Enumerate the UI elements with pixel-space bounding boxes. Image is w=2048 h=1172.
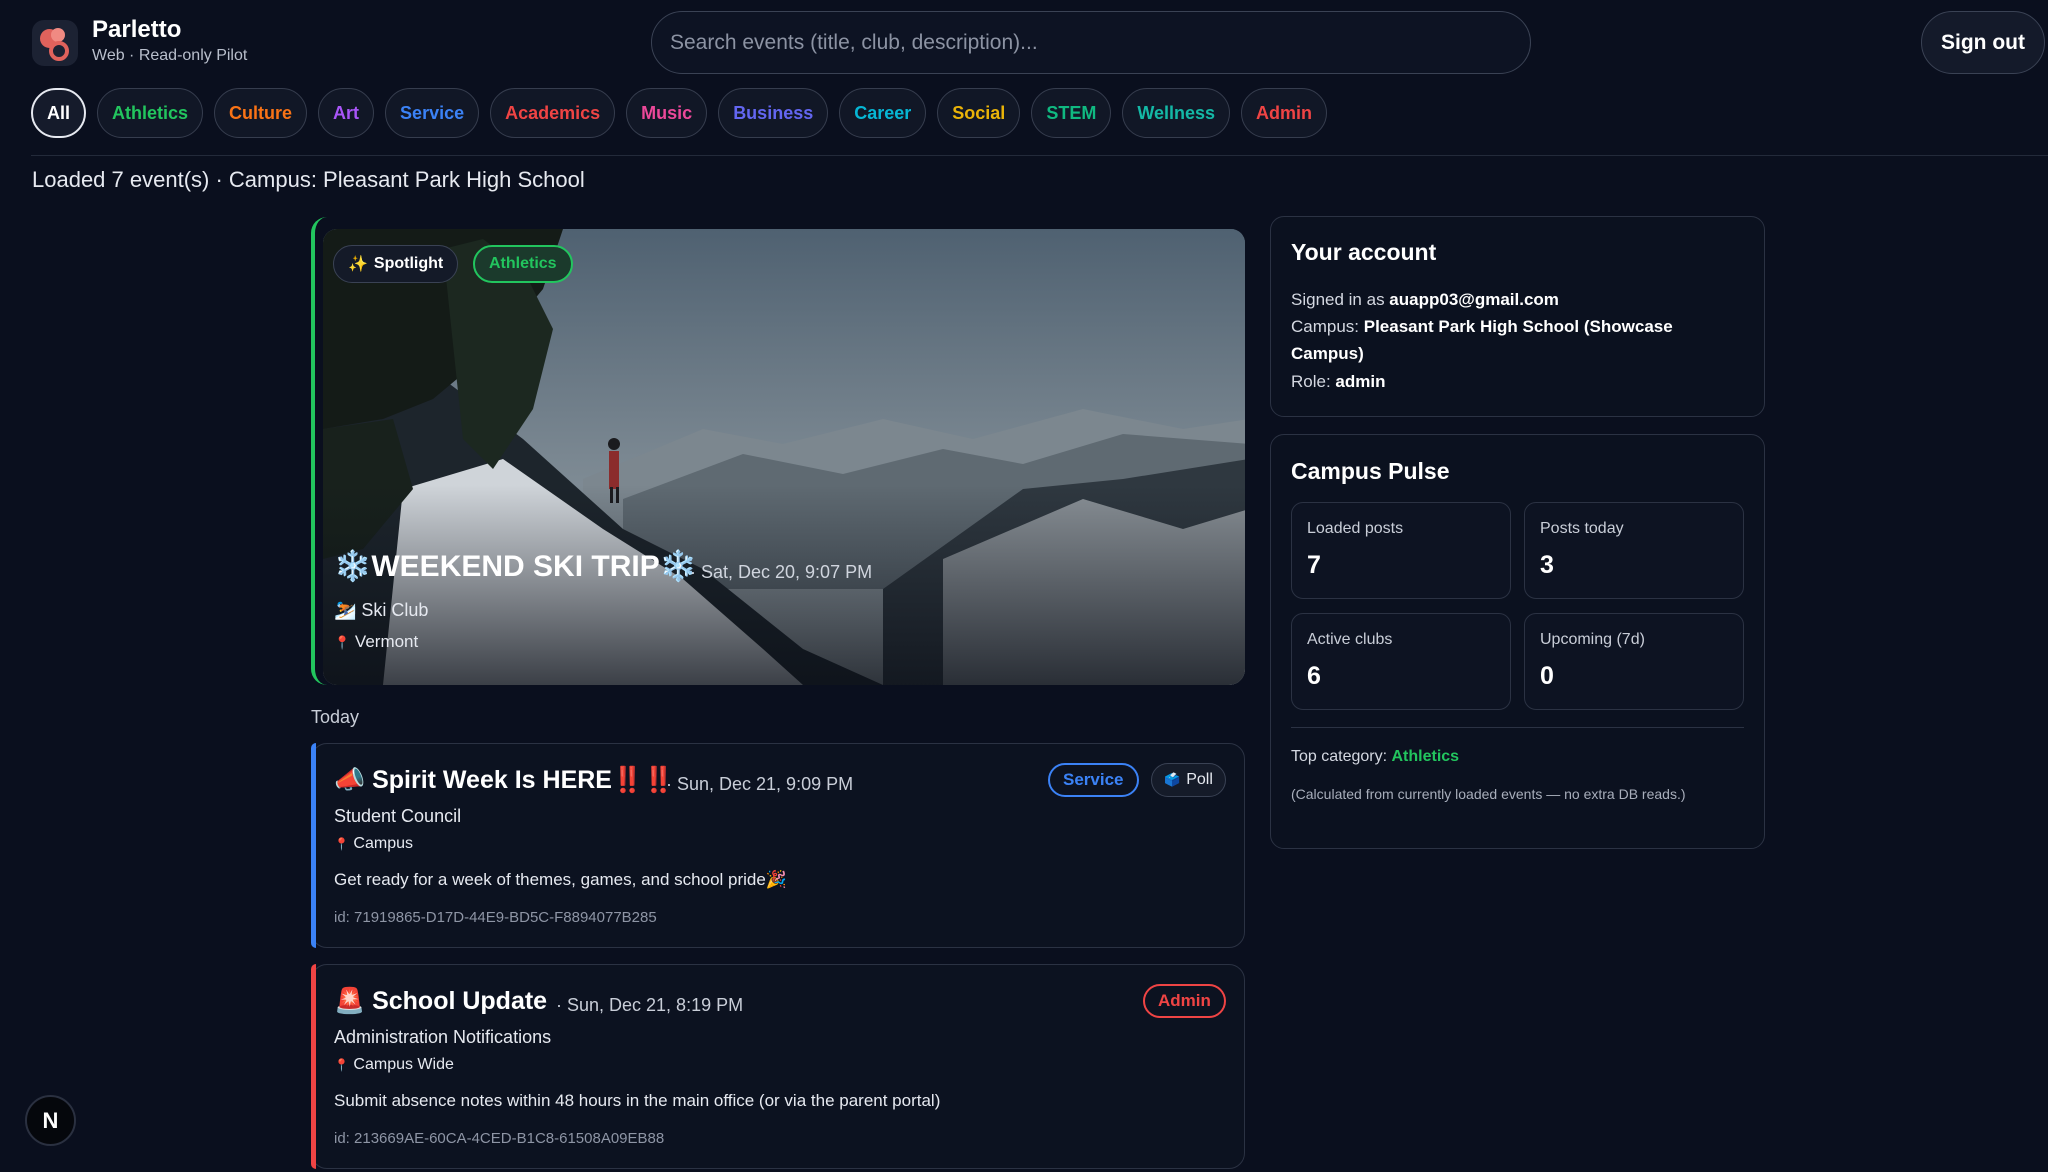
signed-in-label: Signed in as: [1291, 290, 1390, 309]
account-role-value: admin: [1335, 372, 1386, 391]
category-accent-bar: [311, 964, 316, 1169]
stat-loaded-posts: Loaded posts 7: [1291, 502, 1511, 599]
event-club: Student Council: [334, 806, 462, 826]
poll-badge: 🗳️ Poll: [1151, 763, 1226, 797]
pulse-divider: [1291, 727, 1744, 728]
spotlight-title: ❄️WEEKEND SKI TRIP❄️: [334, 550, 698, 583]
event-club: Administration Notifications: [334, 1027, 552, 1047]
pin-icon: 📍: [334, 1058, 349, 1072]
stat-active-clubs: Active clubs 6: [1291, 613, 1511, 710]
campus-pulse-panel: Campus Pulse Loaded posts 7 Posts today …: [1270, 434, 1765, 849]
campus-pulse-heading: Campus Pulse: [1291, 458, 1450, 484]
stat-value: 0: [1540, 662, 1554, 690]
load-status-text: Loaded 7 event(s) · Campus: Pleasant Par…: [32, 167, 585, 192]
event-title: 🚨 School Update: [334, 987, 548, 1015]
pin-icon: 📍: [334, 635, 351, 650]
top-header: Parletto Web · Read-only Pilot Sign out: [0, 0, 2048, 80]
category-filter-bar: All Athletics Culture Art Service Academ…: [31, 88, 1328, 138]
event-category-tag: Admin: [1143, 984, 1226, 1018]
stat-value: 6: [1307, 662, 1321, 690]
category-chip-art[interactable]: Art: [318, 88, 375, 138]
spotlight-location-label: Vermont: [354, 632, 419, 651]
account-panel: Your account Signed in as auapp03@gmail.…: [1270, 216, 1765, 417]
account-role: Role: admin: [1291, 368, 1731, 395]
category-chip-academics[interactable]: Academics: [490, 88, 616, 138]
stat-posts-today: Posts today 3: [1524, 502, 1744, 599]
header-divider: [31, 155, 2048, 156]
stat-label: Loaded posts: [1307, 520, 1404, 537]
category-chip-business[interactable]: Business: [718, 88, 829, 138]
stat-label: Posts today: [1540, 520, 1624, 537]
category-chip-stem[interactable]: STEM: [1031, 88, 1112, 138]
spotlight-club: ⛷️ Ski Club: [334, 600, 429, 620]
account-heading: Your account: [1291, 239, 1437, 265]
pin-icon: 📍: [334, 837, 349, 851]
top-category-value: Athletics: [1391, 748, 1460, 765]
stat-value: 3: [1540, 551, 1554, 579]
event-category-tag: Service: [1048, 763, 1139, 797]
event-description: Get ready for a week of themes, games, a…: [334, 870, 788, 889]
event-id: id: 71919865-D17D-44E9-BD5C-F8894077B285: [334, 909, 657, 926]
stat-label: Active clubs: [1307, 631, 1393, 648]
category-chip-social[interactable]: Social: [937, 88, 1021, 138]
event-id: id: 213669AE-60CA-4CED-B1C8-61508A09EB88: [334, 1130, 665, 1147]
spotlight-badge: ✨ Spotlight: [333, 245, 459, 283]
pulse-note: (Calculated from currently loaded events…: [1291, 786, 1686, 802]
category-chip-athletics[interactable]: Athletics: [97, 88, 204, 138]
poll-icon: 🗳️: [1164, 772, 1181, 787]
event-card[interactable]: 🚨 School Update · Sun, Dec 21, 8:19 PM A…: [311, 964, 1245, 1169]
app-name: Parletto: [92, 16, 182, 43]
role-label: Role:: [1291, 372, 1336, 391]
event-location: 📍 Campus: [334, 835, 413, 853]
category-chip-music[interactable]: Music: [626, 88, 708, 138]
spotlight-event-card[interactable]: [311, 217, 1245, 685]
top-category-label: Top category:: [1291, 748, 1392, 765]
event-date: · Sun, Dec 21, 9:09 PM: [666, 774, 854, 794]
event-description: Submit absence notes within 48 hours in …: [334, 1091, 941, 1110]
category-chip-service[interactable]: Service: [385, 88, 480, 138]
campus-label: Campus:: [1291, 317, 1364, 336]
stat-upcoming: Upcoming (7d) 0: [1524, 613, 1744, 710]
event-title: 📣 Spirit Week Is HERE‼️‼️: [334, 766, 675, 794]
spotlight-date: · Sat, Dec 20, 9:07 PM: [690, 562, 873, 582]
poll-label: Poll: [1186, 771, 1213, 788]
spotlight-category-tag: Athletics: [473, 245, 573, 283]
dev-tools-badge[interactable]: N: [25, 1095, 76, 1146]
sparkles-icon: ✨: [348, 256, 368, 273]
category-chip-admin[interactable]: Admin: [1241, 88, 1328, 138]
event-location-label: Campus: [353, 835, 413, 852]
account-campus: Campus: Pleasant Park High School (Showc…: [1291, 313, 1731, 367]
search-input[interactable]: [651, 11, 1531, 74]
event-location: 📍 Campus Wide: [334, 1056, 454, 1074]
event-location-label: Campus Wide: [353, 1056, 454, 1073]
app-subtitle: Web · Read-only Pilot: [92, 47, 248, 64]
stat-value: 7: [1307, 551, 1321, 579]
category-chip-wellness[interactable]: Wellness: [1122, 88, 1231, 138]
app-logo: [32, 20, 78, 66]
event-card[interactable]: 📣 Spirit Week Is HERE‼️‼️ · Sun, Dec 21,…: [311, 743, 1245, 948]
spotlight-image: [323, 229, 1245, 685]
section-heading-today: Today: [311, 707, 360, 727]
spotlight-location: 📍 Vermont: [334, 632, 418, 652]
event-date: · Sun, Dec 21, 8:19 PM: [556, 995, 744, 1015]
top-category: Top category: Athletics: [1291, 748, 1459, 766]
spotlight-badge-label: Spotlight: [373, 255, 444, 272]
stat-label: Upcoming (7d): [1540, 631, 1645, 648]
account-email: auapp03@gmail.com: [1389, 290, 1559, 309]
account-signed-in: Signed in as auapp03@gmail.com: [1291, 286, 1731, 313]
category-accent-bar: [311, 743, 316, 948]
sign-out-button[interactable]: Sign out: [1921, 11, 2045, 74]
category-chip-career[interactable]: Career: [839, 88, 927, 138]
category-chip-culture[interactable]: Culture: [214, 88, 308, 138]
category-chip-all[interactable]: All: [31, 88, 87, 138]
